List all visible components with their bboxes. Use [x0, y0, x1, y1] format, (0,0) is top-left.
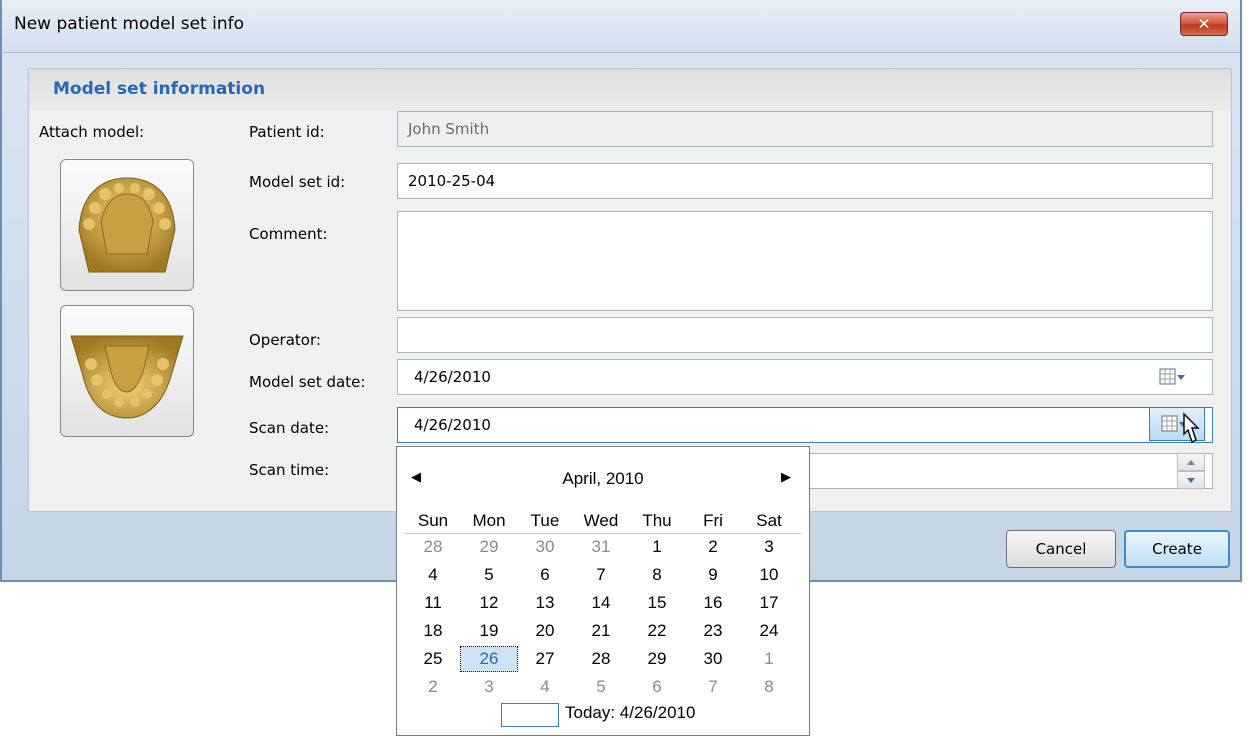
calendar-icon[interactable]	[1159, 367, 1185, 387]
calendar-day[interactable]: 3	[741, 535, 797, 559]
calendar-day[interactable]: 4	[405, 563, 461, 587]
calendar-day[interactable]: 29	[629, 647, 685, 671]
mouse-pointer-icon	[1183, 412, 1200, 443]
calendar-weekday-header: Sun Mon Tue Wed Thu Fri Sat	[405, 511, 801, 534]
calendar-day[interactable]: 3	[461, 675, 517, 699]
scan-time-spin-up[interactable]	[1177, 453, 1205, 471]
calendar-day[interactable]: 2	[405, 675, 461, 699]
scan-date-field[interactable]: 4/26/2010	[397, 407, 1213, 443]
calendar-month-label: April, 2010	[562, 469, 644, 488]
operator-label: Operator:	[249, 331, 321, 349]
weekday-label: Sat	[756, 511, 782, 530]
calendar-day[interactable]: 9	[685, 563, 741, 587]
calendar-day[interactable]: 1	[629, 535, 685, 559]
lower-jaw-model-button[interactable]	[60, 305, 194, 437]
lower-jaw-model-icon	[70, 335, 184, 419]
calendar-day[interactable]: 8	[741, 675, 797, 699]
panel-header: Model set information	[29, 69, 1231, 111]
calendar-day[interactable]: 28	[405, 535, 461, 559]
operator-field[interactable]	[397, 317, 1213, 353]
calendar-day[interactable]: 30	[685, 647, 741, 671]
upper-jaw-model-button[interactable]	[60, 159, 194, 291]
today-link[interactable]: Today: 4/26/2010	[565, 703, 695, 723]
calendar-day[interactable]: 19	[461, 619, 517, 643]
calendar-day[interactable]: 4	[517, 675, 573, 699]
calendar-day[interactable]: 20	[517, 619, 573, 643]
calendar-day[interactable]: 6	[517, 563, 573, 587]
calendar-day[interactable]: 16	[685, 591, 741, 615]
calendar-day[interactable]: 28	[573, 647, 629, 671]
chevron-up-icon	[1187, 460, 1195, 465]
panel-title: Model set information	[53, 79, 266, 99]
attach-model-label: Attach model:	[39, 123, 145, 141]
create-button[interactable]: Create	[1124, 530, 1230, 568]
calendar-day[interactable]: 21	[573, 619, 629, 643]
window-title: New patient model set info	[14, 14, 244, 34]
calendar-day[interactable]: 25	[405, 647, 461, 671]
calendar-day[interactable]: 14	[573, 591, 629, 615]
patient-id-field[interactable]: John Smith	[397, 111, 1213, 147]
comment-label: Comment:	[249, 225, 328, 243]
model-set-id-field[interactable]: 2010-25-04	[397, 163, 1213, 199]
calendar-day[interactable]: 6	[629, 675, 685, 699]
today-marker[interactable]	[501, 703, 559, 727]
calendar-day[interactable]: 30	[517, 535, 573, 559]
model-set-date-field[interactable]: 4/26/2010	[397, 359, 1213, 395]
weekday-label: Thu	[642, 511, 672, 530]
chevron-down-icon	[1187, 478, 1195, 483]
calendar-day[interactable]: 18	[405, 619, 461, 643]
calendar-day[interactable]: 15	[629, 591, 685, 615]
model-set-id-label: Model set id:	[249, 173, 346, 191]
close-icon: ✕	[1197, 15, 1211, 33]
weekday-label: Fri	[703, 511, 723, 530]
comment-field[interactable]	[397, 211, 1213, 311]
calendar-day[interactable]: 5	[573, 675, 629, 699]
calendar-day[interactable]: 2	[685, 535, 741, 559]
calendar-day[interactable]: 29	[461, 535, 517, 559]
upper-jaw-model-icon	[78, 177, 176, 273]
calendar-day[interactable]: 22	[629, 619, 685, 643]
close-button[interactable]: ✕	[1180, 12, 1228, 36]
weekday-label: Mon	[472, 511, 506, 530]
cancel-button[interactable]: Cancel	[1006, 530, 1116, 568]
calendar-day[interactable]: 13	[517, 591, 573, 615]
calendar-day-selected[interactable]: 26	[460, 646, 518, 672]
calendar-day[interactable]: 10	[741, 563, 797, 587]
calendar-day[interactable]: 23	[685, 619, 741, 643]
calendar-popup: ◀ April, 2010 ▶ Sun Mon Tue Wed Thu Fri …	[396, 446, 810, 736]
model-set-date-label: Model set date:	[249, 373, 366, 391]
calendar-day[interactable]: 11	[405, 591, 461, 615]
calendar-day[interactable]: 5	[461, 563, 517, 587]
scan-date-label: Scan date:	[249, 419, 330, 437]
weekday-label: Wed	[583, 511, 619, 530]
calendar-day[interactable]: 17	[741, 591, 797, 615]
weekday-label: Tue	[530, 511, 560, 530]
chevron-right-icon[interactable]: ▶	[781, 469, 791, 485]
patient-id-label: Patient id:	[249, 123, 325, 141]
scan-time-spin-down[interactable]	[1177, 471, 1205, 489]
calendar-day[interactable]: 7	[685, 675, 741, 699]
calendar-day[interactable]: 31	[573, 535, 629, 559]
calendar-day[interactable]: 8	[629, 563, 685, 587]
weekday-label: Sun	[417, 511, 449, 530]
calendar-day[interactable]: 7	[573, 563, 629, 587]
scan-time-label: Scan time:	[249, 461, 330, 479]
calendar-day[interactable]: 12	[461, 591, 517, 615]
title-bar: New patient model set info ✕	[2, 0, 1240, 53]
calendar-day[interactable]: 1	[741, 647, 797, 671]
calendar-day[interactable]: 24	[741, 619, 797, 643]
calendar-day[interactable]: 27	[517, 647, 573, 671]
